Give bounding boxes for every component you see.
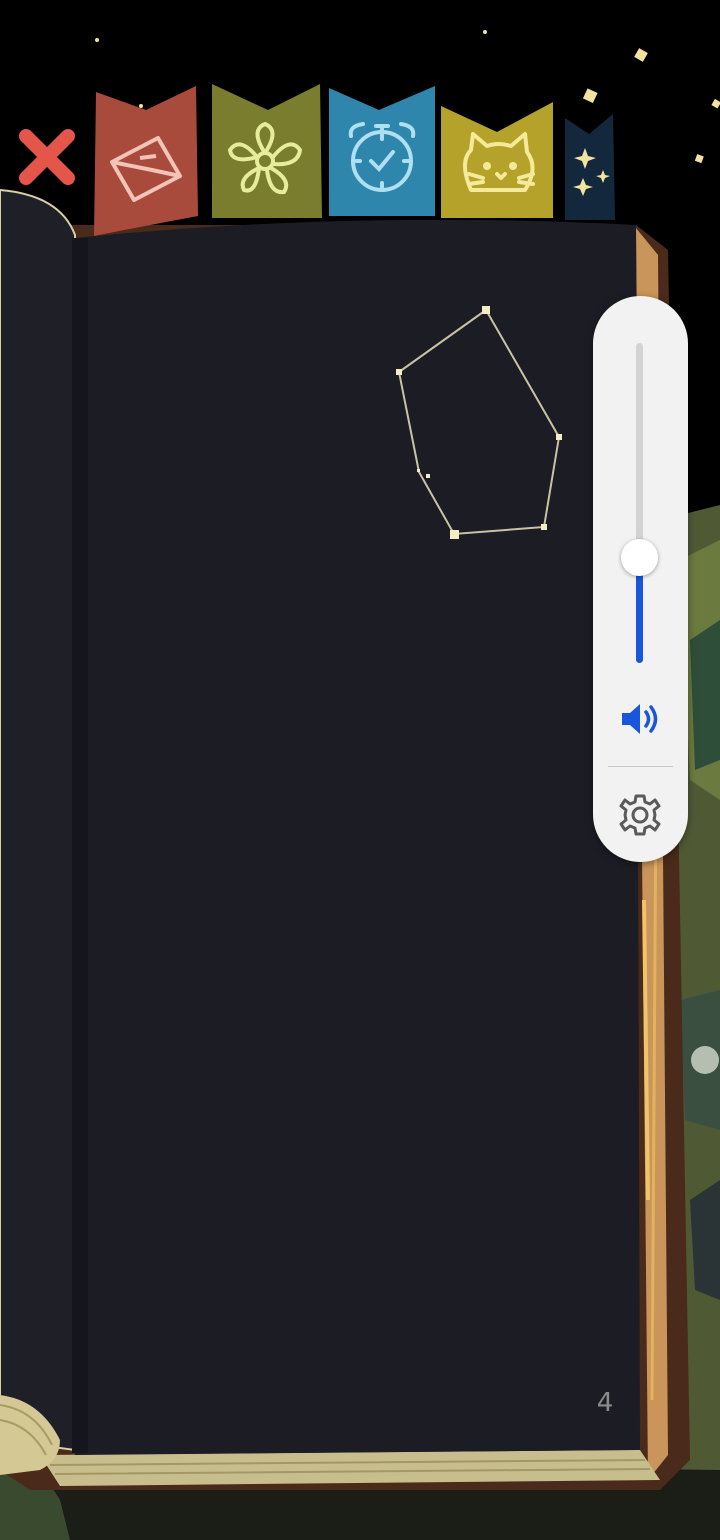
speaker-volume-icon (622, 704, 658, 734)
volume-panel (593, 296, 688, 862)
gear-icon (619, 794, 661, 836)
right-page (75, 219, 640, 1455)
tab-mail[interactable] (94, 86, 200, 236)
volume-slider-thumb[interactable] (621, 539, 658, 576)
left-page (0, 188, 76, 1452)
volume-slider[interactable] (636, 343, 643, 663)
tab-stars[interactable] (565, 114, 617, 220)
settings-button[interactable] (617, 792, 663, 838)
tab-flower[interactable] (210, 84, 324, 220)
close-button[interactable] (14, 126, 80, 188)
page-number: 4 (596, 1388, 614, 1418)
close-x-icon (19, 129, 75, 185)
tab-cat[interactable] (441, 102, 555, 218)
tab-alarm[interactable] (329, 86, 437, 218)
book-page-edges-bottom (40, 1450, 660, 1486)
panel-divider (608, 766, 673, 767)
speaker-button[interactable] (619, 699, 663, 739)
